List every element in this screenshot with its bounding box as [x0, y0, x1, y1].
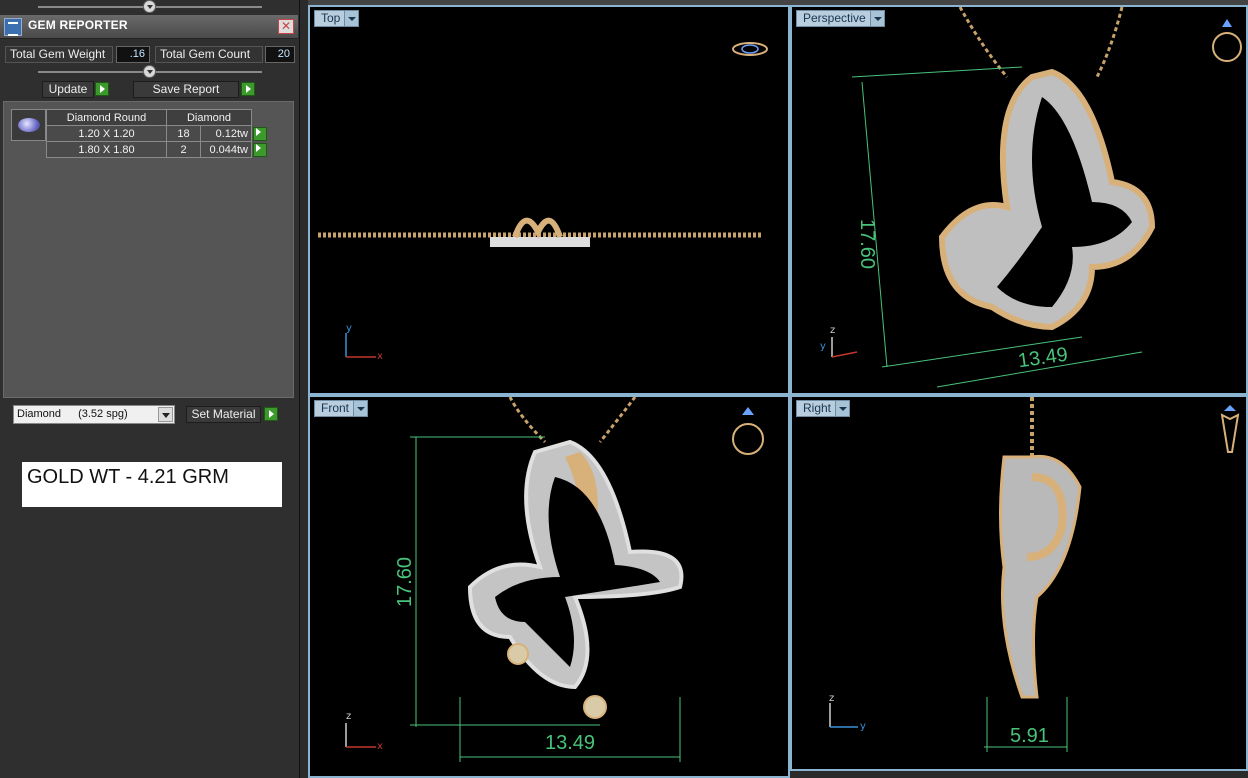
- update-button[interactable]: Update: [42, 81, 94, 98]
- viewport-front[interactable]: 17.60 13.49 z x Front: [308, 395, 790, 778]
- collapse-knob-icon[interactable]: [143, 0, 156, 13]
- viewport-top-tab[interactable]: Top: [314, 10, 360, 27]
- row-go-icon[interactable]: [253, 142, 267, 157]
- viewport-label: Front: [321, 401, 350, 415]
- viewport-top[interactable]: y x Top: [308, 5, 790, 395]
- axis-x-label: x: [377, 741, 383, 752]
- chevron-down-icon[interactable]: [158, 407, 173, 422]
- height-dimension-label: 17.60: [856, 219, 878, 270]
- perspective-view-model: [831, 7, 1242, 388]
- width-dimension-label: 5.91: [1010, 725, 1049, 747]
- axis-y-label: y: [346, 323, 352, 334]
- panel-title: GEM REPORTER: [28, 18, 128, 32]
- gem-reporter-panel: GEM REPORTER ✕ Total Gem Weight .16 Tota…: [0, 0, 300, 778]
- update-go-icon[interactable]: [95, 82, 109, 96]
- chevron-down-icon[interactable]: [869, 11, 884, 26]
- viewport-front-tab[interactable]: Front: [314, 400, 369, 417]
- app-window: GEM REPORTER ✕ Total Gem Weight .16 Tota…: [0, 0, 1248, 778]
- front-view-model: [345, 397, 764, 762]
- chevron-down-icon[interactable]: [353, 401, 368, 416]
- gem-weight-cell: 0.044tw: [200, 141, 252, 158]
- save-report-button[interactable]: Save Report: [133, 81, 239, 98]
- gem-reporter-icon: [4, 18, 22, 36]
- material-density: (3.52 spg): [78, 408, 128, 420]
- height-dimension-label: 17.60: [394, 556, 416, 607]
- axis-x-label: x: [377, 351, 383, 362]
- viewport-perspective-tab[interactable]: Perspective: [796, 10, 885, 27]
- material-select[interactable]: Diamond (3.52 spg): [13, 405, 175, 424]
- total-gem-count-label: Total Gem Count: [155, 46, 263, 63]
- viewport-label: Perspective: [803, 11, 866, 25]
- diamond-round-icon[interactable]: [11, 109, 46, 141]
- table-header-row: Diamond Round Diamond: [46, 109, 268, 126]
- close-icon[interactable]: ✕: [278, 19, 294, 34]
- ring-icon: [1220, 405, 1240, 453]
- table-row[interactable]: 1.20 X 1.20 18 0.12tw: [46, 125, 268, 142]
- gem-count-cell: 18: [166, 125, 201, 142]
- gem-table: Diamond Round Diamond 1.20 X 1.20 18 0.1…: [46, 109, 268, 158]
- material-name: Diamond: [17, 408, 62, 420]
- chevron-down-icon[interactable]: [344, 11, 359, 26]
- gem-count-cell: 2: [166, 141, 201, 158]
- panel-titlebar: GEM REPORTER ✕: [0, 15, 298, 39]
- chevron-down-icon[interactable]: [835, 401, 850, 416]
- set-material-button[interactable]: Set Material: [186, 406, 261, 423]
- viewport-right-tab[interactable]: Right: [796, 400, 851, 417]
- axis-z-label: z: [829, 693, 835, 704]
- ring-icon: [1212, 19, 1242, 62]
- gem-weight-cell: 0.12tw: [200, 125, 252, 142]
- axis-z-label: z: [830, 325, 836, 336]
- gem-size-cell: 1.80 X 1.80: [46, 141, 167, 158]
- ring-icon: [732, 42, 768, 56]
- gold-weight-note: GOLD WT - 4.21 GRM: [22, 462, 282, 507]
- viewport-perspective[interactable]: 17.60 13.49 z y Perspective: [790, 5, 1248, 395]
- right-view-model: [829, 397, 1240, 752]
- gem-size-cell: 1.20 X 1.20: [46, 125, 167, 142]
- collapse-knob-icon[interactable]: [143, 65, 156, 78]
- viewport-right[interactable]: 5.91 z y Right: [790, 395, 1248, 771]
- table-row[interactable]: 1.80 X 1.80 2 0.044tw: [46, 141, 268, 158]
- total-gem-weight-label: Total Gem Weight: [5, 46, 113, 63]
- total-gem-count-value: 20: [265, 46, 295, 63]
- ring-icon: [732, 407, 764, 455]
- axis-y-label: y: [820, 341, 826, 352]
- axis-z-label: z: [346, 711, 352, 722]
- row-go-icon[interactable]: [253, 126, 267, 141]
- axis-y-label: y: [860, 721, 866, 732]
- viewport-label: Top: [321, 11, 341, 25]
- set-material-go-icon[interactable]: [264, 407, 278, 421]
- width-dimension-label: 13.49: [545, 732, 596, 754]
- save-report-go-icon[interactable]: [241, 82, 255, 96]
- viewport-label: Right: [803, 401, 832, 415]
- total-gem-weight-value: .16: [116, 46, 150, 63]
- table-header: Diamond Round: [46, 109, 167, 126]
- top-view-model: [318, 42, 768, 358]
- table-header: Diamond: [166, 109, 252, 126]
- gem-list-panel: Diamond Round Diamond 1.20 X 1.20 18 0.1…: [3, 101, 294, 398]
